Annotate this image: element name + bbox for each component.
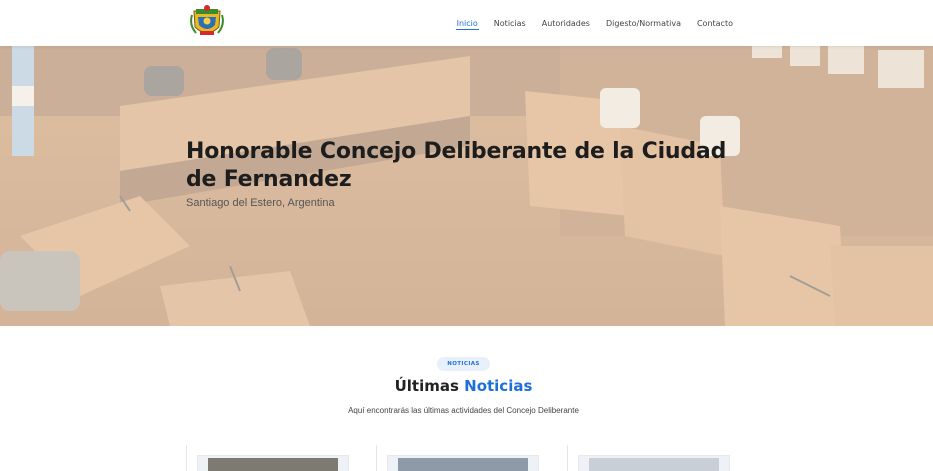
main-nav: Inicio Noticias Autoridades Digesto/Norm… <box>449 0 741 46</box>
news-card-image[interactable] <box>387 455 539 471</box>
page-title: Honorable Concejo Deliberante de la Ciud… <box>186 139 727 192</box>
nav-item-autoridades[interactable]: Autoridades <box>534 0 598 46</box>
hero-banner: Honorable Concejo Deliberante de la Ciud… <box>0 46 933 326</box>
section-title-prefix: Últimas <box>394 377 459 395</box>
site-header: Inicio Noticias Autoridades Digesto/Norm… <box>0 0 933 46</box>
nav-item-digesto[interactable]: Digesto/Normativa <box>598 0 689 46</box>
news-card[interactable] <box>376 445 552 471</box>
news-card-image[interactable] <box>578 455 730 471</box>
news-card[interactable] <box>567 445 743 471</box>
nav-item-contacto[interactable]: Contacto <box>689 0 741 46</box>
news-card-image[interactable] <box>197 455 349 471</box>
section-badge: NOTICIAS <box>437 357 490 371</box>
section-title-highlight: Noticias <box>464 377 533 395</box>
hero-subtitle: Santiago del Estero, Argentina <box>186 197 335 209</box>
section-title: Últimas Noticias <box>0 377 927 395</box>
section-subtitle: Aquí encontrarás las últimas actividades… <box>348 406 579 415</box>
news-card[interactable] <box>186 445 362 471</box>
nav-item-noticias[interactable]: Noticias <box>486 0 534 46</box>
coat-of-arms-logo-icon[interactable] <box>188 3 226 41</box>
nav-item-inicio[interactable]: Inicio <box>449 0 486 46</box>
